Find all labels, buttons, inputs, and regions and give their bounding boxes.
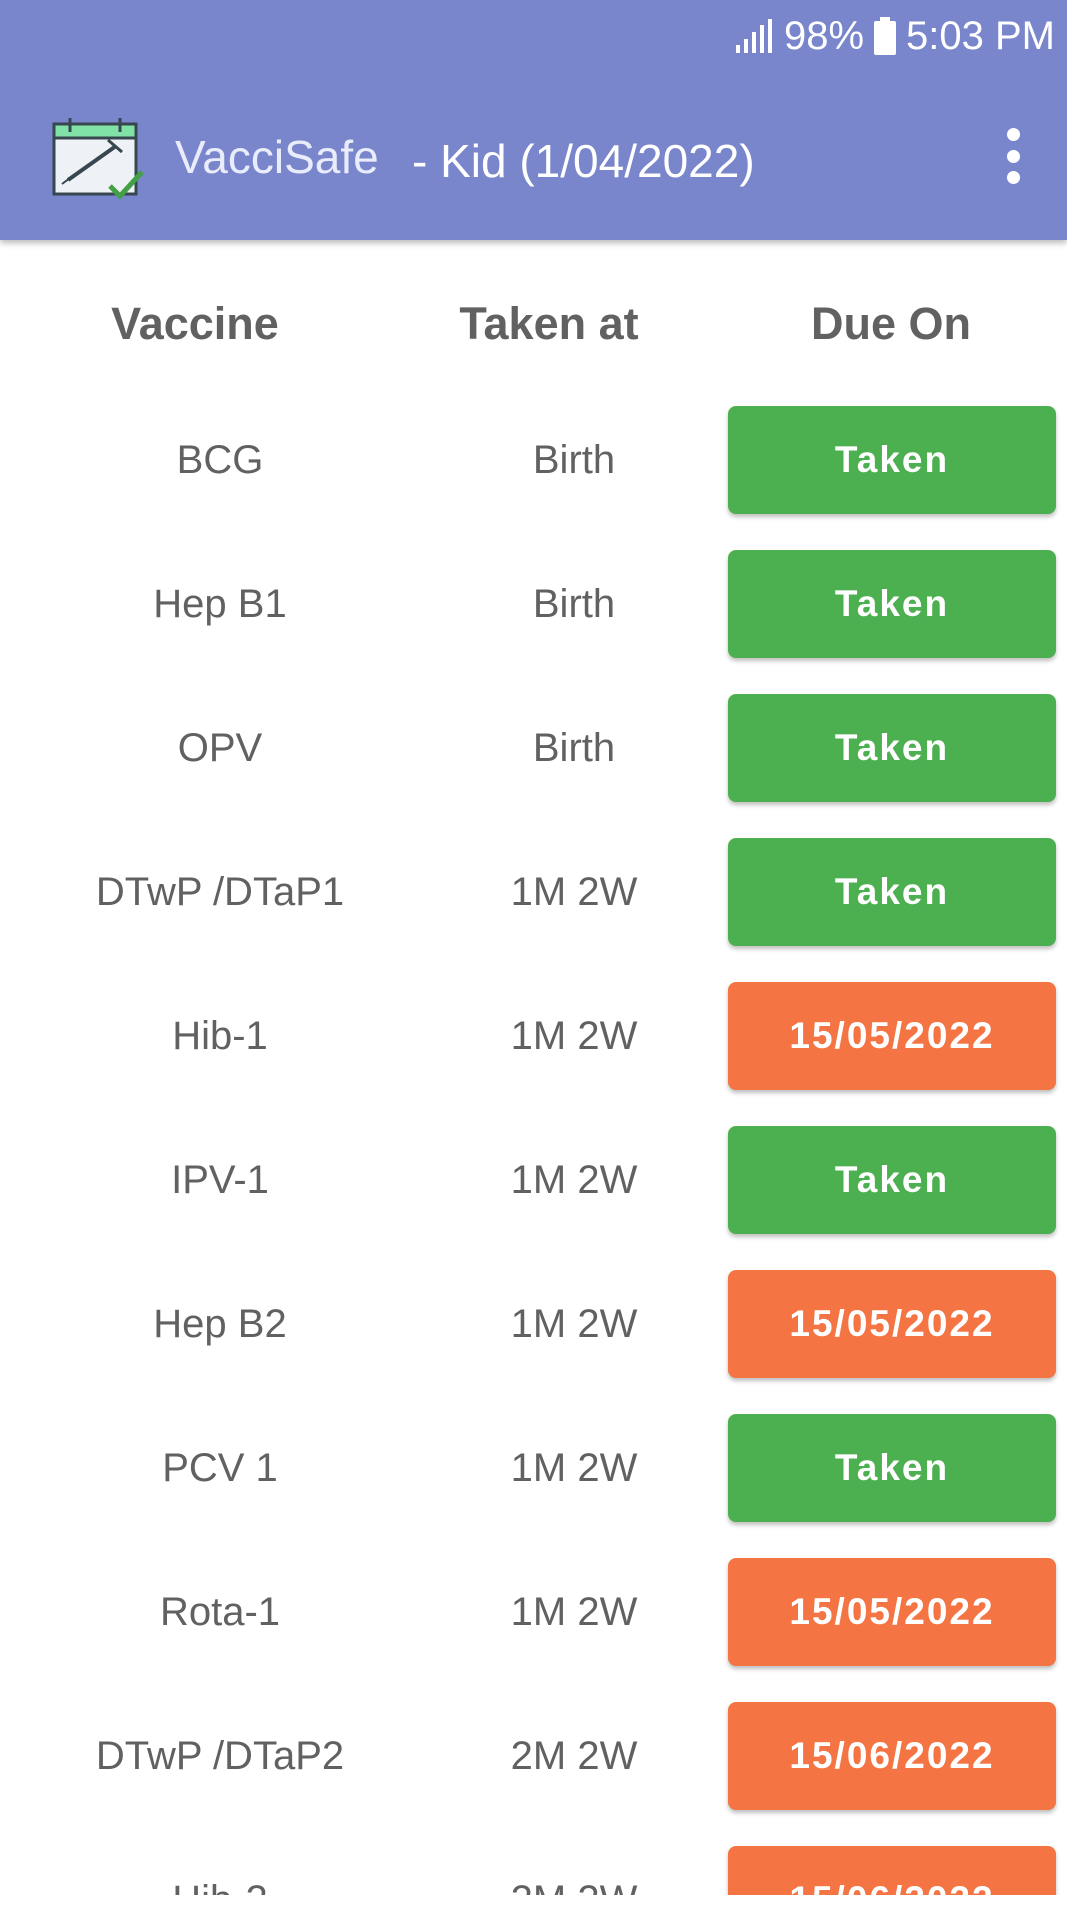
due-status-button[interactable]: Taken <box>728 838 1056 946</box>
table-row: Hep B2 1M 2W 15/05/2022 <box>0 1250 1067 1394</box>
signal-icon <box>735 19 772 53</box>
vaccine-name: Rota-1 <box>159 1590 281 1634</box>
profile-subtitle: - Kid (1/04/2022) <box>412 135 755 187</box>
due-date-button[interactable]: 15/06/2022 <box>728 1702 1056 1810</box>
vaccine-name: Hib-1 <box>172 1014 268 1058</box>
taken-at: Birth <box>532 438 616 482</box>
vaccine-name: DTwP /DTaP1 <box>95 870 345 914</box>
app-bar: VacciSafe - Kid (1/04/2022) <box>0 72 1067 240</box>
header-taken-at: Taken at <box>459 298 639 349</box>
table-row: OPV Birth Taken <box>0 674 1067 818</box>
table-row: BCG Birth Taken <box>0 386 1067 530</box>
due-date-button[interactable]: 15/05/2022 <box>728 1558 1056 1666</box>
due-status-button[interactable]: Taken <box>728 1414 1056 1522</box>
table-row: DTwP /DTaP1 1M 2W Taken <box>0 818 1067 962</box>
table-row: PCV 1 1M 2W Taken <box>0 1394 1067 1538</box>
app-title: VacciSafe <box>175 131 379 183</box>
vaccine-name: IPV-1 <box>171 1158 269 1202</box>
calendar-syringe-icon <box>52 118 144 200</box>
vaccine-name: BCG <box>176 438 264 482</box>
table-row: Rota-1 1M 2W 15/05/2022 <box>0 1538 1067 1682</box>
vaccine-name: OPV <box>177 726 263 770</box>
vaccine-table: Vaccine Taken at Due On BCG Birth Taken … <box>0 240 1067 1895</box>
battery-icon <box>874 17 897 55</box>
due-status-button[interactable]: Taken <box>728 406 1056 514</box>
due-status-button[interactable]: Taken <box>728 694 1056 802</box>
vaccine-name: DTwP /DTaP2 <box>95 1734 345 1778</box>
taken-at: 1M 2W <box>510 1302 638 1346</box>
vaccine-name: Hib-2 <box>40 1846 400 1895</box>
taken-at: 1M 2W <box>510 870 638 914</box>
more-vert-icon[interactable] <box>995 128 1031 184</box>
taken-at: 1M 2W <box>510 1590 638 1634</box>
battery-percent: 98% <box>783 13 865 58</box>
vaccine-name: Hep B2 <box>153 1302 287 1346</box>
taken-at: 1M 2W <box>510 1014 638 1058</box>
table-row: DTwP /DTaP2 2M 2W 15/06/2022 <box>0 1682 1067 1826</box>
table-row: Hep B1 Birth Taken <box>0 530 1067 674</box>
taken-at: 2M 2W <box>510 1734 638 1778</box>
due-status-button[interactable]: Taken <box>728 550 1056 658</box>
taken-at: 2M 2W <box>394 1846 754 1895</box>
taken-at: 1M 2W <box>510 1446 638 1490</box>
table-row: Hib-1 1M 2W 15/05/2022 <box>0 962 1067 1106</box>
top-bar: 98% 5:03 PM VacciSafe - Kid (1/04/2022) <box>0 0 1067 240</box>
table-row: IPV-1 1M 2W Taken <box>0 1106 1067 1250</box>
taken-at: 1M 2W <box>510 1158 638 1202</box>
taken-at: Birth <box>532 582 616 626</box>
due-date-button[interactable]: 15/06/2022 <box>728 1846 1056 1895</box>
vaccine-name: Hep B1 <box>153 582 287 626</box>
table-row: Hib-2 2M 2W 15/06/2022 <box>0 1826 1067 1895</box>
due-status-button[interactable]: Taken <box>728 1126 1056 1234</box>
header-due-on: Due On <box>810 298 971 349</box>
vaccine-name: PCV 1 <box>162 1446 278 1490</box>
taken-at: Birth <box>532 726 616 770</box>
header-vaccine: Vaccine <box>111 298 279 349</box>
due-date-button[interactable]: 15/05/2022 <box>728 1270 1056 1378</box>
clock: 5:03 PM <box>906 13 1055 58</box>
due-date-button[interactable]: 15/05/2022 <box>728 982 1056 1090</box>
status-bar: 98% 5:03 PM <box>0 0 1067 72</box>
